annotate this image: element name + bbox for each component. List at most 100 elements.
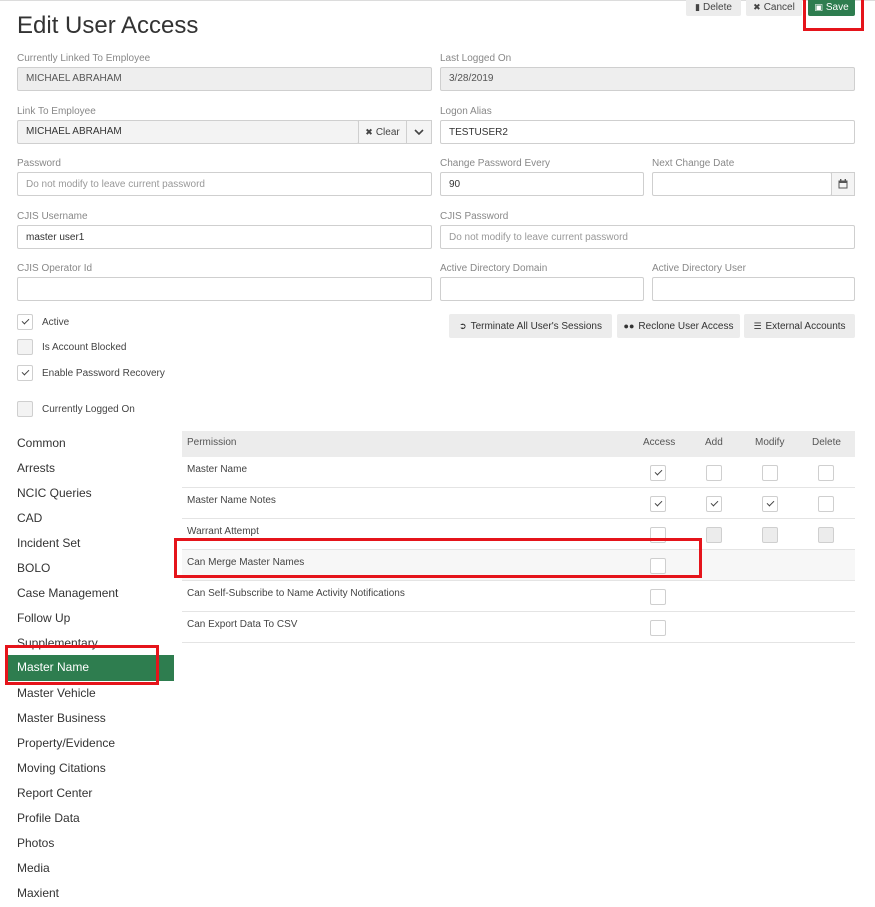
add-checkbox[interactable]: [706, 496, 722, 512]
add-column-header: Add: [705, 437, 723, 448]
permission-name: Can Merge Master Names: [187, 557, 305, 568]
sidebar-item-photos[interactable]: Photos: [17, 836, 54, 850]
sidebar-item-report-center[interactable]: Report Center: [17, 786, 92, 800]
close-icon: ✖: [753, 2, 761, 12]
logon-alias-input[interactable]: [440, 120, 855, 144]
employee-dropdown-toggle[interactable]: [406, 120, 432, 144]
modify-checkbox[interactable]: [762, 465, 778, 481]
link-employee-label: Link To Employee: [17, 106, 96, 117]
sidebar-item-case-management[interactable]: Case Management: [17, 586, 118, 600]
add-checkbox[interactable]: [706, 465, 722, 481]
modify-column-header: Modify: [755, 437, 785, 448]
currently-logged-on-checkbox: [17, 401, 33, 417]
table-row: [182, 519, 855, 550]
sidebar-item-profile-data[interactable]: Profile Data: [17, 811, 80, 825]
currently-logged-on-label: Currently Logged On: [42, 404, 135, 415]
access-checkbox[interactable]: [650, 465, 666, 481]
account-blocked-label: Is Account Blocked: [42, 342, 127, 353]
ad-user-input[interactable]: [652, 277, 855, 301]
password-recovery-label: Enable Password Recovery: [42, 368, 165, 379]
table-row: [182, 488, 855, 519]
save-icon: ▣: [814, 2, 823, 12]
sidebar-item-supplementary[interactable]: Supplementary: [17, 636, 98, 650]
sidebar-item-property-evidence[interactable]: Property/Evidence: [17, 736, 115, 750]
check-icon: [766, 498, 774, 507]
permission-name: Can Export Data To CSV: [187, 619, 298, 630]
cancel-button[interactable]: ✖ Cancel: [746, 0, 802, 16]
sidebar-item-master-name[interactable]: Master Name: [7, 655, 174, 681]
calendar-icon: [838, 179, 848, 189]
reclone-access-button[interactable]: ●● Reclone User Access: [617, 314, 740, 338]
next-change-date-input[interactable]: [652, 172, 832, 196]
table-row: [182, 457, 855, 488]
modify-checkbox[interactable]: [762, 496, 778, 512]
delete-checkbox[interactable]: [818, 465, 834, 481]
access-checkbox[interactable]: [650, 527, 666, 543]
sidebar-item-bolo[interactable]: BOLO: [17, 561, 50, 575]
linked-employee-label: Currently Linked To Employee: [17, 53, 151, 64]
delete-checkbox[interactable]: [818, 496, 834, 512]
logon-alias-label: Logon Alias: [440, 106, 492, 117]
ad-domain-input[interactable]: [440, 277, 644, 301]
sidebar-item-master-vehicle[interactable]: Master Vehicle: [17, 686, 96, 700]
sidebar-item-follow-up[interactable]: Follow Up: [17, 611, 70, 625]
access-column-header: Access: [643, 437, 676, 448]
permission-name: Master Name: [187, 464, 248, 475]
cjis-operator-id-label: CJIS Operator Id: [17, 263, 93, 274]
permission-name: Warrant Attempt: [187, 526, 259, 537]
sidebar-item-incident-set[interactable]: Incident Set: [17, 536, 80, 550]
link-employee-select[interactable]: MICHAEL ABRAHAM: [17, 120, 359, 144]
access-checkbox[interactable]: [650, 558, 666, 574]
password-label: Password: [17, 158, 61, 169]
cjis-username-label: CJIS Username: [17, 211, 88, 222]
delete-column-header: Delete: [812, 437, 841, 448]
active-label: Active: [42, 317, 70, 328]
calendar-button[interactable]: [831, 172, 855, 196]
ad-user-label: Active Directory User: [652, 263, 746, 274]
save-button[interactable]: ▣ Save: [808, 0, 855, 16]
password-input[interactable]: [17, 172, 432, 196]
permission-column-header: Permission: [187, 437, 237, 448]
external-accounts-button[interactable]: ☰ External Accounts: [744, 314, 855, 338]
account-blocked-checkbox[interactable]: [17, 339, 33, 355]
check-icon: [654, 467, 662, 476]
cjis-operator-id-input[interactable]: [17, 277, 432, 301]
cjis-password-input[interactable]: [440, 225, 855, 249]
sidebar-item-arrests[interactable]: Arrests: [17, 461, 55, 475]
check-icon: [710, 498, 718, 507]
check-icon: [21, 367, 29, 376]
trash-icon: ▮: [695, 2, 701, 12]
change-password-every-label: Change Password Every: [440, 158, 551, 169]
password-recovery-checkbox[interactable]: [17, 365, 33, 381]
next-change-date-label: Next Change Date: [652, 158, 735, 169]
modify-checkbox: [762, 527, 778, 543]
sidebar-item-common[interactable]: Common: [17, 436, 66, 450]
sidebar-item-maxient[interactable]: Maxient: [17, 886, 59, 900]
list-icon: ☰: [753, 320, 762, 331]
access-checkbox[interactable]: [650, 496, 666, 512]
chevron-down-icon: [414, 129, 424, 135]
cjis-username-input[interactable]: [17, 225, 432, 249]
sidebar-item-master-business[interactable]: Master Business: [17, 711, 106, 725]
last-logged-on-label: Last Logged On: [440, 53, 512, 64]
sidebar-item-ncic-queries[interactable]: NCIC Queries: [17, 486, 92, 500]
change-password-every-input[interactable]: [440, 172, 644, 196]
sidebar-item-media[interactable]: Media: [17, 861, 50, 875]
active-checkbox[interactable]: [17, 314, 33, 330]
sidebar-item-cad[interactable]: CAD: [17, 511, 42, 525]
last-logged-on-field: 3/28/2019: [440, 67, 855, 91]
users-icon: ●●: [623, 321, 635, 331]
terminate-sessions-button[interactable]: ➲ Terminate All User's Sessions: [449, 314, 612, 338]
delete-checkbox: [818, 527, 834, 543]
add-checkbox: [706, 527, 722, 543]
check-icon: [654, 498, 662, 507]
delete-button[interactable]: ▮ Delete: [686, 0, 741, 16]
close-icon: ✖: [365, 126, 373, 137]
ad-domain-label: Active Directory Domain: [440, 263, 548, 274]
access-checkbox[interactable]: [650, 589, 666, 605]
access-checkbox[interactable]: [650, 620, 666, 636]
clear-employee-button[interactable]: ✖ Clear: [358, 120, 407, 144]
linked-employee-field: MICHAEL ABRAHAM: [17, 67, 432, 91]
page-title: Edit User Access: [17, 12, 199, 39]
sidebar-item-moving-citations[interactable]: Moving Citations: [17, 761, 106, 775]
